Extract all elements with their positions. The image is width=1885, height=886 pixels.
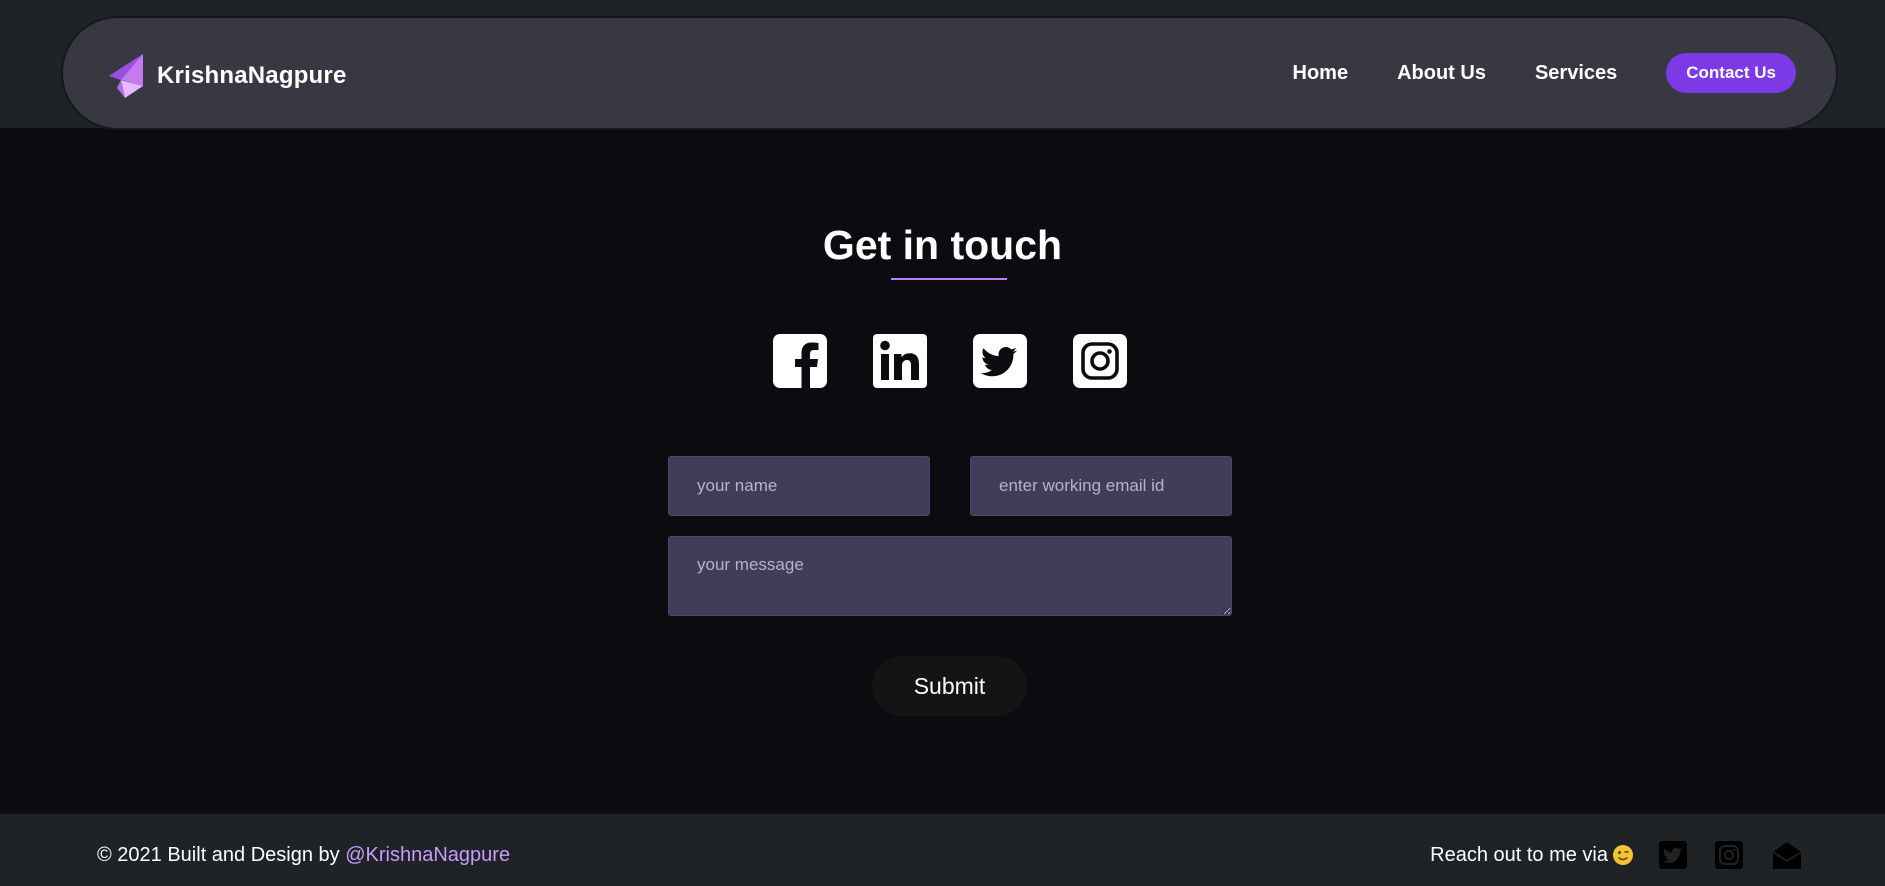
twitter-icon[interactable] (973, 334, 1027, 388)
message-textarea[interactable] (668, 536, 1232, 616)
footer-twitter-icon[interactable] (1659, 841, 1687, 869)
copyright-text: © 2021 Built and Design by @KrishnaNagpu… (97, 844, 510, 867)
submit-button[interactable]: Submit (872, 656, 1027, 716)
nav-link-about-us[interactable]: About Us (1397, 62, 1486, 85)
social-links (773, 334, 1127, 388)
email-input[interactable] (970, 456, 1232, 516)
brand[interactable]: KrishnaNagpure (107, 46, 347, 106)
linkedin-icon[interactable] (873, 334, 927, 388)
reach-out-label: Reach out to me via (1430, 843, 1608, 866)
navbar: KrishnaNagpure Home About Us Services Co… (61, 16, 1838, 130)
brand-name: KrishnaNagpure (157, 62, 347, 89)
nav-links: Home About Us Services Contact Us (1293, 52, 1796, 94)
contact-us-button[interactable]: Contact Us (1666, 53, 1796, 93)
footer: © 2021 Built and Design by @KrishnaNagpu… (0, 814, 1885, 886)
copyright-prefix: © 2021 Built and Design by (97, 844, 346, 866)
paper-plane-logo-icon (109, 54, 143, 98)
nav-link-services[interactable]: Services (1535, 62, 1617, 85)
nav-link-home[interactable]: Home (1293, 62, 1349, 85)
page-title: Get in touch (822, 222, 1063, 268)
author-handle-link[interactable]: @KrishnaNagpure (345, 844, 510, 866)
footer-instagram-icon[interactable] (1715, 841, 1743, 869)
mail-icon[interactable] (1771, 839, 1803, 871)
facebook-icon[interactable] (773, 334, 827, 388)
instagram-icon[interactable] (1073, 334, 1127, 388)
wink-emoji-icon (1613, 845, 1633, 865)
name-input[interactable] (668, 456, 930, 516)
title-underline (891, 278, 1007, 280)
header-band: KrishnaNagpure Home About Us Services Co… (0, 0, 1885, 130)
reach-out-group: Reach out to me via (1430, 838, 1803, 872)
